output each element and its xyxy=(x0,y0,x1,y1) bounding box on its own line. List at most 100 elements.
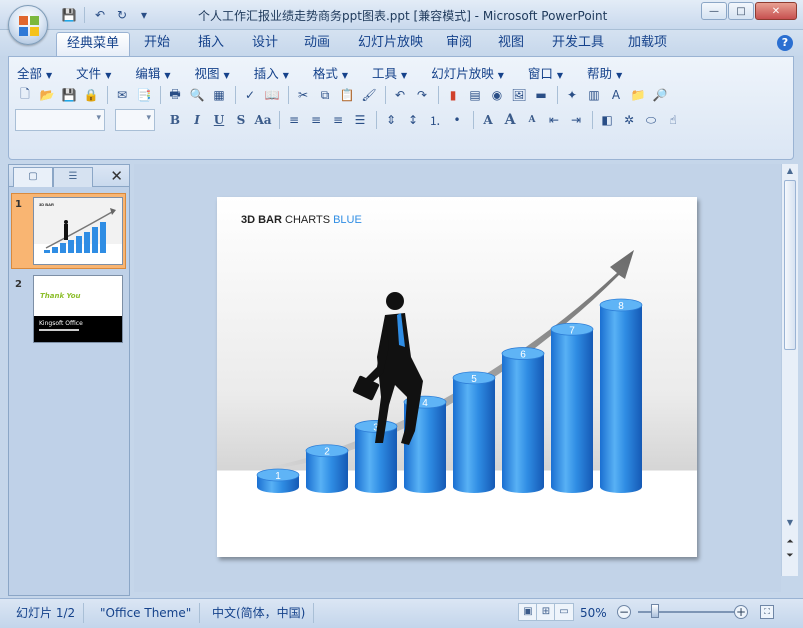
menu-tools[interactable]: 工具 ▼ xyxy=(372,63,407,82)
bullets-icon[interactable]: • xyxy=(447,110,467,130)
menu-all[interactable]: 全部 ▼ xyxy=(17,63,52,82)
grid-icon[interactable]: ▦ xyxy=(209,85,229,105)
menu-format[interactable]: 格式 ▼ xyxy=(313,63,348,82)
format-painter-icon[interactable]: 🖌 xyxy=(359,85,379,105)
design-icon[interactable]: ◧ xyxy=(597,110,617,130)
vertical-scrollbar[interactable]: ▲ ▼ ⏶ ⏷ xyxy=(781,164,798,576)
zoom-slider-handle[interactable] xyxy=(651,604,659,618)
bold-button[interactable]: B xyxy=(165,110,185,130)
minimize-button[interactable]: — xyxy=(701,2,727,20)
menu-window[interactable]: 窗口 ▼ xyxy=(528,63,563,82)
tab-addins[interactable]: 加载项 xyxy=(618,32,677,56)
decrease-indent-icon[interactable]: ⇤ xyxy=(544,110,564,130)
research-icon[interactable]: 📑 xyxy=(134,85,154,105)
tab-outline[interactable]: ☰ xyxy=(53,167,93,187)
tab-view[interactable]: 视图 xyxy=(488,32,534,56)
change-case-button[interactable]: Aa xyxy=(253,110,273,130)
font-size-combo[interactable] xyxy=(115,109,155,131)
font-color-button[interactable]: A xyxy=(478,110,498,130)
hand-icon[interactable]: ☝ xyxy=(663,110,683,130)
zoom-out-icon[interactable]: − xyxy=(617,605,631,619)
chart-icon[interactable]: ▮ xyxy=(443,85,463,105)
numbering-icon[interactable]: ⒈ xyxy=(425,110,445,130)
print-icon[interactable]: 🖶 xyxy=(165,85,185,105)
color-icon[interactable]: ▬ xyxy=(531,85,551,105)
research2-icon[interactable]: 📖 xyxy=(262,85,282,105)
tab-slideshow[interactable]: 幻灯片放映 xyxy=(348,32,433,56)
redo-icon[interactable]: ↻ xyxy=(113,6,131,24)
menu-slideshow[interactable]: 幻灯片放映 ▼ xyxy=(431,63,504,82)
shape-fill-icon[interactable]: ⬭ xyxy=(641,110,661,130)
close-icon[interactable]: ✕ xyxy=(110,167,123,185)
tab-insert[interactable]: 插入 xyxy=(188,32,234,56)
tab-review[interactable]: 审阅 xyxy=(436,32,482,56)
slideshow-view-icon[interactable]: ▭ xyxy=(554,603,574,621)
shrink-font-button[interactable]: A xyxy=(522,110,542,130)
justify-icon[interactable]: ☰ xyxy=(350,110,370,130)
shadow-button[interactable]: S xyxy=(231,110,251,130)
text-direction-icon[interactable]: ⇕ xyxy=(381,110,401,130)
new-icon[interactable]: 🗋 xyxy=(15,85,35,105)
spelling-icon[interactable]: ✓ xyxy=(240,85,260,105)
slide-thumbnail-2[interactable]: Thank You Kingsoft Office xyxy=(33,275,123,343)
zoom-level[interactable]: 50% xyxy=(580,603,607,623)
save-icon[interactable]: 💾 xyxy=(59,85,79,105)
menu-help[interactable]: 帮助 ▼ xyxy=(587,63,622,82)
textbox-icon[interactable]: A xyxy=(606,85,626,105)
menu-insert[interactable]: 插入 ▼ xyxy=(254,63,289,82)
fit-to-window-icon[interactable]: ⛶ xyxy=(760,605,774,619)
current-slide[interactable]: 3D BAR CHARTS BLUE 12345678 xyxy=(217,197,697,557)
menu-edit[interactable]: 编辑 ▼ xyxy=(135,63,170,82)
print-preview-icon[interactable]: 🔍 xyxy=(187,85,207,105)
animation-icon[interactable]: ✲ xyxy=(619,110,639,130)
tab-home[interactable]: 开始 xyxy=(134,32,180,56)
table-icon[interactable]: ▤ xyxy=(465,85,485,105)
clipart-icon[interactable]: ◉ xyxy=(487,85,507,105)
align-right-icon[interactable]: ≡ xyxy=(328,110,348,130)
cut-icon[interactable]: ✂ xyxy=(293,85,313,105)
previous-slide-icon[interactable]: ⏶ xyxy=(783,536,797,548)
newslide-icon[interactable]: ✦ xyxy=(562,85,582,105)
zoom-in-icon[interactable]: + xyxy=(734,605,748,619)
scroll-up-icon[interactable]: ▲ xyxy=(783,164,797,178)
font-name-combo[interactable] xyxy=(15,109,105,131)
slide-editor[interactable]: 3D BAR CHARTS BLUE 12345678 xyxy=(134,164,781,592)
email-icon[interactable]: ✉ xyxy=(112,85,132,105)
align-center-icon[interactable]: ≡ xyxy=(306,110,326,130)
scroll-down-icon[interactable]: ▼ xyxy=(783,516,797,530)
layout-icon[interactable]: ▥ xyxy=(584,85,604,105)
help-icon[interactable]: ? xyxy=(777,35,793,51)
italic-button[interactable]: I xyxy=(187,110,207,130)
sorter-view-icon[interactable]: ⊞ xyxy=(536,603,556,621)
folder-icon[interactable]: 📁 xyxy=(628,85,648,105)
tab-classic-menu[interactable]: 经典菜单 xyxy=(56,32,131,56)
menu-file[interactable]: 文件 ▼ xyxy=(76,63,111,82)
grow-font-button[interactable]: A xyxy=(500,110,520,130)
undo-icon[interactable]: ↶ xyxy=(91,6,109,24)
menu-view[interactable]: 视图 ▼ xyxy=(195,63,230,82)
line-spacing-icon[interactable]: ↕ xyxy=(403,110,423,130)
slide-thumbnail-1[interactable]: 3D BAR xyxy=(33,197,123,265)
open-icon[interactable]: 📂 xyxy=(37,85,57,105)
picture-icon[interactable]: 🖼 xyxy=(509,85,529,105)
paste-icon[interactable]: 📋 xyxy=(337,85,357,105)
office-button[interactable] xyxy=(8,5,48,45)
normal-view-icon[interactable]: ▣ xyxy=(518,603,538,621)
increase-indent-icon[interactable]: ⇥ xyxy=(566,110,586,130)
close-button[interactable]: ✕ xyxy=(755,2,797,20)
language-indicator[interactable]: 中文(简体，中国) xyxy=(204,603,315,623)
customize-qat-icon[interactable]: ▾ xyxy=(135,6,153,24)
tab-developer[interactable]: 开发工具 xyxy=(542,32,614,56)
align-left-icon[interactable]: ≡ xyxy=(284,110,304,130)
maximize-button[interactable]: □ xyxy=(728,2,754,20)
undo-icon[interactable]: ↶ xyxy=(390,85,410,105)
underline-button[interactable]: U xyxy=(209,110,229,130)
tab-animation[interactable]: 动画 xyxy=(294,32,340,56)
next-slide-icon[interactable]: ⏷ xyxy=(783,550,797,562)
permission-icon[interactable]: 🔒 xyxy=(81,85,101,105)
tab-design[interactable]: 设计 xyxy=(242,32,288,56)
copy-icon[interactable]: ⧉ xyxy=(315,85,335,105)
zoom-icon[interactable]: 🔎 xyxy=(650,85,670,105)
redo-icon[interactable]: ↷ xyxy=(412,85,432,105)
tab-slides[interactable]: ▢ xyxy=(13,167,53,187)
